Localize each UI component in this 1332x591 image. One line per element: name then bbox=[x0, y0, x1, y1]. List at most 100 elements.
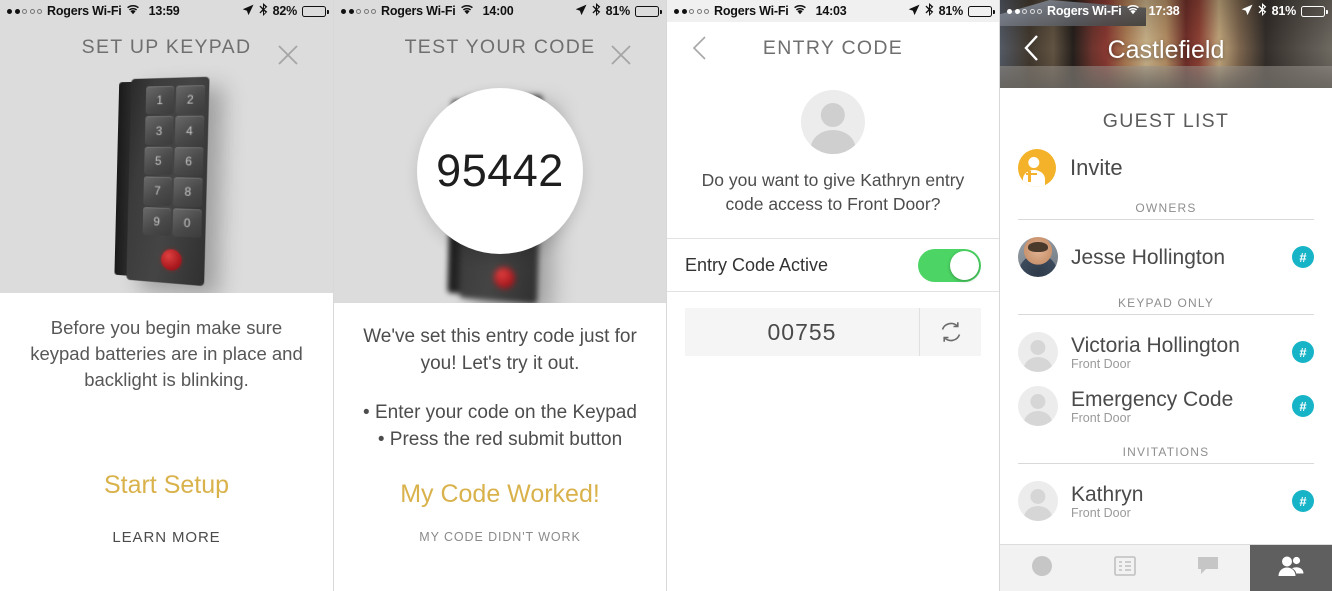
signal-dots-icon bbox=[341, 9, 376, 14]
keypad-code-badge-icon[interactable]: # bbox=[1292, 490, 1314, 512]
carrier-label: Rogers Wi-Fi bbox=[714, 4, 789, 18]
location-arrow-icon bbox=[1241, 4, 1253, 19]
location-arrow-icon bbox=[242, 4, 254, 19]
divider bbox=[1018, 463, 1314, 464]
tab-guests[interactable] bbox=[1250, 545, 1332, 591]
clock-label: 14:00 bbox=[483, 4, 514, 18]
avatar bbox=[1018, 386, 1058, 426]
battery-percent-label: 82% bbox=[273, 4, 297, 18]
avatar bbox=[1018, 481, 1058, 521]
battery-icon bbox=[635, 6, 659, 17]
page-title: GUEST LIST bbox=[1000, 88, 1332, 149]
my-code-didnt-work-button[interactable]: MY CODE DIDN'T WORK bbox=[334, 530, 666, 544]
guest-name: Victoria Hollington bbox=[1071, 333, 1292, 358]
refresh-icon[interactable] bbox=[919, 308, 981, 356]
guest-door-label: Front Door bbox=[1071, 357, 1292, 371]
carrier-label: Rogers Wi-Fi bbox=[381, 4, 456, 18]
bluetooth-icon bbox=[925, 3, 934, 19]
setup-instruction-text: Before you begin make sure keypad batter… bbox=[0, 315, 333, 393]
divider bbox=[1018, 219, 1314, 220]
signal-dots-icon bbox=[1007, 9, 1042, 14]
list-item[interactable]: Jesse Hollington # bbox=[1000, 230, 1332, 284]
entry-code-active-toggle[interactable] bbox=[918, 249, 981, 282]
keypad-key: 1 bbox=[145, 86, 174, 115]
list-item[interactable]: Emergency Code Front Door # bbox=[1000, 379, 1332, 433]
my-code-worked-button[interactable]: My Code Worked! bbox=[334, 480, 666, 509]
battery-icon bbox=[968, 6, 992, 17]
bluetooth-icon bbox=[592, 3, 601, 19]
home-photo-header: Rogers Wi-Fi 17:38 81% Castlefield bbox=[1000, 0, 1332, 88]
entry-code-display: 95442 bbox=[417, 88, 583, 254]
code-intro-text: We've set this entry code just for you! … bbox=[334, 323, 666, 377]
guest-name: Kathryn bbox=[1071, 482, 1292, 507]
keypad-code-badge-icon[interactable]: # bbox=[1292, 246, 1314, 268]
section-header-invitations: INVITATIONS bbox=[1000, 433, 1332, 463]
keypad-code-badge-icon[interactable]: # bbox=[1292, 341, 1314, 363]
signal-dots-icon bbox=[674, 9, 709, 14]
start-setup-button[interactable]: Start Setup bbox=[0, 471, 333, 500]
list-item[interactable]: Victoria Hollington Front Door # bbox=[1000, 325, 1332, 379]
tab-messages[interactable] bbox=[1167, 545, 1250, 591]
clock-label: 14:03 bbox=[816, 4, 847, 18]
bluetooth-icon bbox=[259, 3, 268, 19]
page-title: ENTRY CODE bbox=[763, 37, 903, 60]
learn-more-button[interactable]: LEARN MORE bbox=[0, 529, 333, 546]
circle-icon bbox=[1031, 555, 1053, 582]
wifi-icon bbox=[460, 4, 474, 18]
signal-dots-icon bbox=[7, 9, 42, 14]
panel-test-your-code: Rogers Wi-Fi 14:00 81% TEST YOUR CODE 95… bbox=[333, 0, 666, 591]
carrier-label: Rogers Wi-Fi bbox=[1047, 4, 1122, 18]
entry-code-field-row: 00755 bbox=[685, 308, 981, 356]
battery-percent-label: 81% bbox=[606, 4, 630, 18]
tab-dashboard[interactable] bbox=[1000, 545, 1083, 591]
status-bar: Rogers Wi-Fi 14:03 81% bbox=[667, 0, 999, 22]
keypad-key: 0 bbox=[172, 208, 202, 238]
avatar bbox=[1018, 237, 1058, 277]
code-step-2: • Press the red submit button bbox=[334, 426, 666, 453]
divider bbox=[1018, 314, 1314, 315]
guest-door-label: Front Door bbox=[1071, 506, 1292, 520]
battery-icon bbox=[302, 6, 326, 17]
nav-bar: ENTRY CODE bbox=[667, 22, 999, 74]
chat-bubble-icon bbox=[1197, 555, 1219, 582]
location-arrow-icon bbox=[575, 4, 587, 19]
screenshot-strip: Rogers Wi-Fi 13:59 82% SET UP KEYPAD 1 2… bbox=[0, 0, 1332, 591]
entry-code-active-row[interactable]: Entry Code Active bbox=[667, 238, 999, 292]
panel-entry-code: Rogers Wi-Fi 14:03 81% ENTRY CODE Do you… bbox=[666, 0, 999, 591]
battery-icon bbox=[1301, 6, 1325, 17]
wifi-icon bbox=[793, 4, 807, 18]
entry-code-question: Do you want to give Kathryn entry code a… bbox=[667, 168, 999, 216]
status-right: 82% bbox=[242, 3, 326, 19]
back-button[interactable] bbox=[689, 35, 711, 61]
battery-percent-label: 81% bbox=[1272, 4, 1296, 18]
keypad-key: 3 bbox=[144, 116, 173, 145]
close-icon[interactable] bbox=[277, 44, 299, 66]
wifi-icon bbox=[126, 4, 140, 18]
wifi-icon bbox=[1126, 4, 1140, 18]
avatar bbox=[1018, 332, 1058, 372]
home-name-title: Castlefield bbox=[1000, 36, 1332, 65]
clock-label: 13:59 bbox=[149, 4, 180, 18]
people-icon bbox=[1278, 555, 1304, 582]
panel-guest-list: Rogers Wi-Fi 17:38 81% Castlefield GUEST… bbox=[999, 0, 1332, 591]
keypad-code-badge-icon[interactable]: # bbox=[1292, 395, 1314, 417]
status-right: 81% bbox=[1241, 3, 1325, 19]
close-icon[interactable] bbox=[610, 44, 632, 66]
status-bar: Rogers Wi-Fi 17:38 81% bbox=[1000, 0, 1332, 22]
keypad-key: 4 bbox=[174, 116, 204, 145]
location-arrow-icon bbox=[908, 4, 920, 19]
battery-percent-label: 81% bbox=[939, 4, 963, 18]
guest-door-label: Front Door bbox=[1071, 411, 1292, 425]
invite-row[interactable]: Invite bbox=[1000, 149, 1332, 201]
bluetooth-icon bbox=[1258, 3, 1267, 19]
guest-name: Jesse Hollington bbox=[1071, 245, 1292, 270]
keypad-hero: Rogers Wi-Fi 13:59 82% SET UP KEYPAD 1 2… bbox=[0, 0, 333, 293]
status-bar: Rogers Wi-Fi 13:59 82% bbox=[0, 0, 333, 22]
panel-set-up-keypad: Rogers Wi-Fi 13:59 82% SET UP KEYPAD 1 2… bbox=[0, 0, 333, 591]
clock-label: 17:38 bbox=[1149, 4, 1180, 18]
list-item[interactable]: Kathryn Front Door # bbox=[1000, 474, 1332, 528]
tab-activity[interactable] bbox=[1083, 545, 1166, 591]
entry-code-value[interactable]: 00755 bbox=[685, 319, 919, 346]
invite-label: Invite bbox=[1070, 155, 1123, 181]
status-right: 81% bbox=[908, 3, 992, 19]
